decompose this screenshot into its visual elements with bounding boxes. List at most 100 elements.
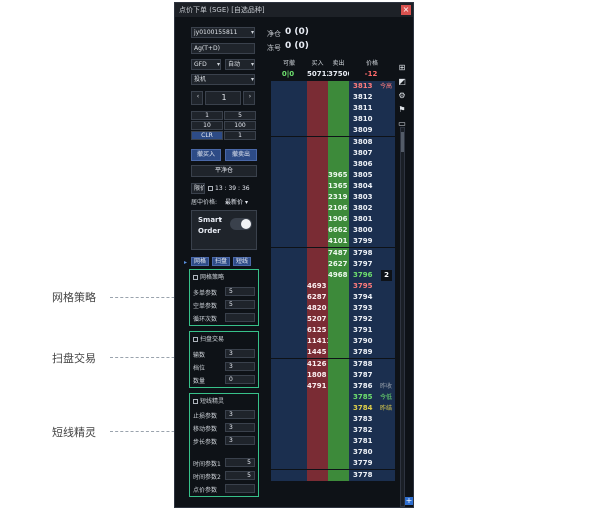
ladder-row[interactable]: 3780 (271, 447, 395, 459)
cancel-sell-button[interactable]: 撤卖出 (225, 149, 257, 161)
smart-order-toggle[interactable] (230, 218, 252, 230)
scalper-stop-input[interactable]: 3 (225, 410, 255, 419)
row-position-cell[interactable] (271, 447, 307, 459)
row-position-cell[interactable] (271, 136, 307, 148)
row-sell-cell[interactable]: 1906 (328, 214, 349, 226)
grid-strategy-checkbox[interactable] (193, 275, 198, 280)
row-sell-cell[interactable] (328, 103, 349, 115)
row-buy-cell[interactable] (307, 169, 328, 181)
row-buy-cell[interactable] (307, 114, 328, 126)
ladder-row[interactable]: 3778 (271, 469, 395, 481)
sweep-trade-title[interactable]: 扫盘交易 (193, 334, 224, 343)
row-sell-cell[interactable] (328, 114, 349, 126)
tab-sweep[interactable]: 扫盘 (212, 257, 230, 266)
grid-view-icon[interactable]: ⊞ (397, 63, 407, 73)
row-position-cell[interactable] (271, 380, 307, 392)
ladder-row[interactable]: 4820 3793 (271, 303, 395, 314)
price-mode-toggle[interactable]: 限价 (191, 183, 205, 194)
row-sell-cell[interactable]: 3965 (328, 169, 349, 181)
ladder-row[interactable]: 3779 (271, 458, 395, 470)
ladder-row[interactable]: 1365 3804 (271, 180, 395, 192)
ladder-row[interactable]: 6125 3791 (271, 325, 395, 337)
cancel-buy-button[interactable]: 撤买入 (191, 149, 221, 161)
row-sell-cell[interactable] (328, 436, 349, 448)
instrument-field[interactable]: Ag(T+D) (191, 43, 255, 54)
row-sell-cell[interactable] (328, 391, 349, 403)
row-sell-cell[interactable]: 2319 (328, 192, 349, 203)
ladder-row[interactable]: 4791 3786 昨收 (271, 380, 395, 392)
ladder-row[interactable]: 3783 (271, 414, 395, 425)
row-buy-cell[interactable] (307, 147, 328, 159)
row-position-cell[interactable] (271, 103, 307, 115)
row-sell-cell[interactable]: 2627 (328, 258, 349, 270)
ladder-row[interactable]: 5207 3792 (271, 314, 395, 326)
quick-qty-100[interactable]: 100 (224, 121, 256, 130)
row-sell-cell[interactable] (328, 358, 349, 370)
row-buy-cell[interactable] (307, 469, 328, 481)
row-position-cell[interactable] (271, 258, 307, 270)
row-sell-cell[interactable] (328, 402, 349, 414)
ladder-row[interactable]: 1808 3787 (271, 369, 395, 381)
row-sell-cell[interactable] (328, 447, 349, 459)
close-all-button[interactable]: 平净仓 (191, 165, 257, 177)
row-buy-cell[interactable]: 4791 (307, 380, 328, 392)
chevron-down-icon[interactable]: ▾ (251, 76, 254, 83)
ladder-row[interactable]: 2106 3802 (271, 203, 395, 215)
row-sell-cell[interactable]: 6662 (328, 225, 349, 237)
grid-long-input[interactable]: 5 (225, 287, 255, 296)
row-position-cell[interactable] (271, 280, 307, 292)
row-sell-cell[interactable] (328, 291, 349, 303)
scalper-step-input[interactable]: 3 (225, 436, 255, 445)
row-buy-cell[interactable] (307, 203, 328, 215)
row-buy-cell[interactable] (307, 425, 328, 437)
row-sell-cell[interactable]: 4968 (328, 269, 349, 281)
ladder-row[interactable]: 4968 3796 2 (271, 269, 395, 281)
row-position-cell[interactable] (271, 247, 307, 259)
row-buy-cell[interactable] (307, 258, 328, 270)
row-position-cell[interactable] (271, 314, 307, 326)
row-position-cell[interactable] (271, 192, 307, 203)
ladder-row[interactable]: 6662 3800 (271, 225, 395, 237)
chart-icon[interactable]: ◩ (397, 77, 407, 87)
chevron-down-icon[interactable]: ▾ (251, 61, 254, 68)
row-position-cell[interactable] (271, 114, 307, 126)
close-icon[interactable]: × (401, 5, 411, 15)
ladder-row[interactable]: 6287 3794 (271, 291, 395, 303)
row-buy-cell[interactable]: 1808 (307, 369, 328, 381)
sweep-count-input[interactable]: 3 (225, 349, 255, 358)
row-buy-cell[interactable] (307, 214, 328, 226)
settings-icon[interactable]: ⚙ (397, 91, 407, 101)
row-position-cell[interactable] (271, 214, 307, 226)
row-position-cell[interactable] (271, 336, 307, 348)
row-buy-cell[interactable]: 4820 (307, 303, 328, 314)
row-sell-cell[interactable]: 2106 (328, 203, 349, 215)
ladder-row[interactable]: 7487 3798 (271, 247, 395, 259)
row-buy-cell[interactable]: 6125 (307, 325, 328, 337)
row-position-cell[interactable] (271, 81, 307, 92)
row-sell-cell[interactable] (328, 425, 349, 437)
ladder-row[interactable]: 3806 (271, 158, 395, 170)
ladder-row[interactable]: 2319 3803 (271, 192, 395, 203)
row-position-cell[interactable] (271, 269, 307, 281)
row-position-cell[interactable] (271, 425, 307, 437)
row-buy-cell[interactable] (307, 192, 328, 203)
scalper-title[interactable]: 短线精灵 (193, 396, 224, 405)
ladder-row[interactable]: 3782 (271, 425, 395, 437)
row-position-cell[interactable] (271, 303, 307, 314)
row-buy-cell[interactable] (307, 180, 328, 192)
row-sell-cell[interactable] (328, 469, 349, 481)
row-position-cell[interactable] (271, 414, 307, 425)
row-buy-cell[interactable] (307, 103, 328, 115)
row-position-cell[interactable] (271, 158, 307, 170)
scrollbar-thumb[interactable] (401, 132, 404, 152)
row-buy-cell[interactable] (307, 247, 328, 259)
scalper-time1-input[interactable]: 5 (225, 458, 255, 467)
row-buy-cell[interactable] (307, 436, 328, 448)
row-position-cell[interactable] (271, 291, 307, 303)
row-sell-cell[interactable] (328, 136, 349, 148)
row-sell-cell[interactable] (328, 158, 349, 170)
row-buy-cell[interactable]: 4693 (307, 280, 328, 292)
ladder-row[interactable]: 3813 今高 (271, 81, 395, 92)
scalper-checkbox[interactable] (193, 399, 198, 404)
row-position-cell[interactable] (271, 436, 307, 448)
